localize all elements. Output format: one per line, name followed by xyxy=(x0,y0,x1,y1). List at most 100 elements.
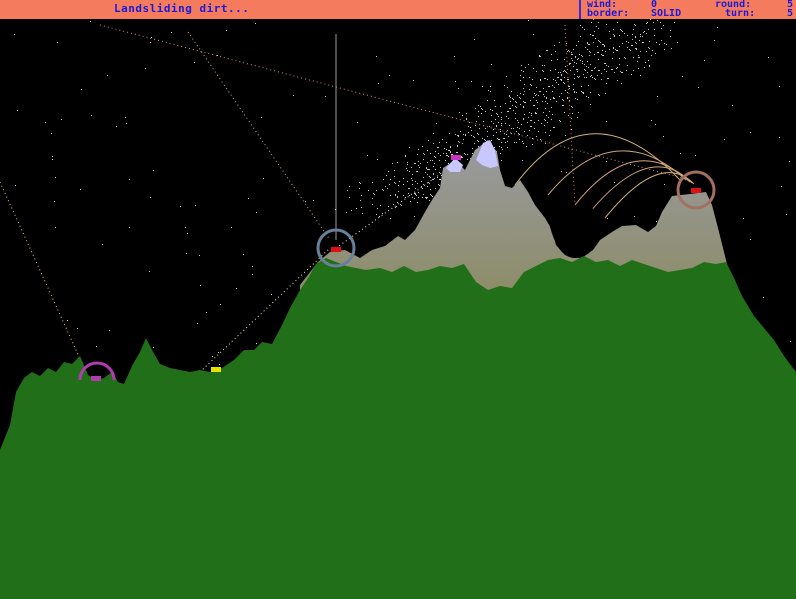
dirt-particle xyxy=(508,118,509,119)
dirt-particle xyxy=(598,59,599,60)
dirt-particle xyxy=(648,47,649,48)
dirt-particle xyxy=(601,79,602,80)
dirt-particle xyxy=(671,48,672,49)
dirt-particle xyxy=(569,100,570,101)
dirt-particle xyxy=(543,88,544,89)
dirt-particle xyxy=(560,72,561,73)
dirt-particle xyxy=(606,83,607,84)
dirt-particle xyxy=(638,68,639,69)
dirt-particle xyxy=(485,128,486,129)
dirt-particle xyxy=(380,205,381,206)
dirt-particle xyxy=(531,120,532,121)
dirt-particle xyxy=(606,24,607,25)
dirt-particle xyxy=(446,142,447,143)
dirt-particle xyxy=(436,123,437,124)
dirt-particle xyxy=(552,114,553,115)
dirt-particle xyxy=(422,146,423,147)
dirt-particle xyxy=(493,123,494,124)
dirt-particle xyxy=(632,39,633,40)
star xyxy=(55,177,56,178)
dirt-particle xyxy=(538,95,539,96)
dirt-particle xyxy=(567,98,568,99)
dirt-particle xyxy=(573,89,574,90)
dirt-particle xyxy=(577,99,578,100)
dirt-particle xyxy=(598,40,599,41)
dirt-particle xyxy=(551,119,552,120)
dirt-particle xyxy=(448,150,449,151)
dirt-particle xyxy=(474,137,475,138)
dirt-particle xyxy=(569,64,570,65)
star xyxy=(81,89,82,90)
dirt-particle xyxy=(418,192,419,193)
dirt-particle xyxy=(646,51,647,52)
dirt-particle xyxy=(509,108,510,109)
dirt-particle xyxy=(587,43,588,44)
dirt-particle xyxy=(442,139,443,140)
magenta-tank-body xyxy=(451,155,461,160)
dirt-particle xyxy=(523,94,524,95)
star xyxy=(55,227,56,228)
dirt-particle xyxy=(584,64,585,65)
star xyxy=(220,304,221,305)
dirt-particle xyxy=(651,55,652,56)
dirt-particle xyxy=(563,82,564,83)
star xyxy=(779,137,780,138)
dirt-particle xyxy=(670,30,671,31)
dirt-particle xyxy=(494,100,495,101)
dirt-particle xyxy=(540,56,541,57)
dirt-particle xyxy=(657,20,658,21)
dirt-particle xyxy=(550,70,551,71)
dirt-particle xyxy=(463,139,464,140)
dirt-particle xyxy=(571,52,572,53)
dirt-particle xyxy=(547,103,548,104)
dirt-particle xyxy=(491,140,492,141)
dirt-particle xyxy=(429,169,430,170)
dirt-particle xyxy=(433,179,434,180)
dirt-particle xyxy=(471,135,472,136)
dirt-particle xyxy=(573,49,574,50)
dirt-particle xyxy=(387,188,388,189)
dirt-particle xyxy=(581,91,582,92)
dirt-particle xyxy=(545,132,546,133)
dirt-particle xyxy=(359,182,360,183)
dirt-particle xyxy=(661,28,662,29)
dirt-particle xyxy=(429,176,430,177)
dirt-particle xyxy=(579,54,580,55)
dirt-particle xyxy=(532,138,533,139)
dirt-particle xyxy=(577,59,578,60)
dirt-particle xyxy=(518,122,519,123)
dirt-particle xyxy=(395,194,396,195)
dirt-particle xyxy=(518,133,519,134)
dirt-particle xyxy=(559,120,560,121)
star xyxy=(750,239,751,240)
dirt-particle xyxy=(515,113,516,114)
star xyxy=(15,185,16,186)
dirt-particle xyxy=(576,92,577,93)
dirt-particle xyxy=(490,86,491,87)
dirt-particle xyxy=(461,156,462,157)
dirt-particle xyxy=(438,184,439,185)
dirt-particle xyxy=(640,34,641,35)
battlefield xyxy=(0,19,796,599)
dirt-particle xyxy=(583,93,584,94)
dirt-particle xyxy=(582,56,583,57)
dirt-particle xyxy=(432,196,433,197)
dirt-particle xyxy=(412,197,413,198)
dirt-particle xyxy=(617,22,618,23)
dirt-particle xyxy=(450,152,451,153)
dirt-particle xyxy=(586,66,587,67)
dirt-particle xyxy=(552,85,553,86)
dirt-particle xyxy=(407,170,408,171)
dirt-particle xyxy=(568,86,569,87)
star xyxy=(390,218,391,219)
dirt-particle xyxy=(523,107,524,108)
dirt-particle xyxy=(524,102,525,103)
dirt-particle xyxy=(663,25,664,26)
dirt-particle xyxy=(386,175,387,176)
dirt-particle xyxy=(361,195,362,196)
star xyxy=(219,364,220,365)
dirt-particle xyxy=(627,47,628,48)
star xyxy=(45,122,46,123)
status-message: Landsliding dirt... xyxy=(114,2,250,15)
dirt-particle xyxy=(554,98,555,99)
